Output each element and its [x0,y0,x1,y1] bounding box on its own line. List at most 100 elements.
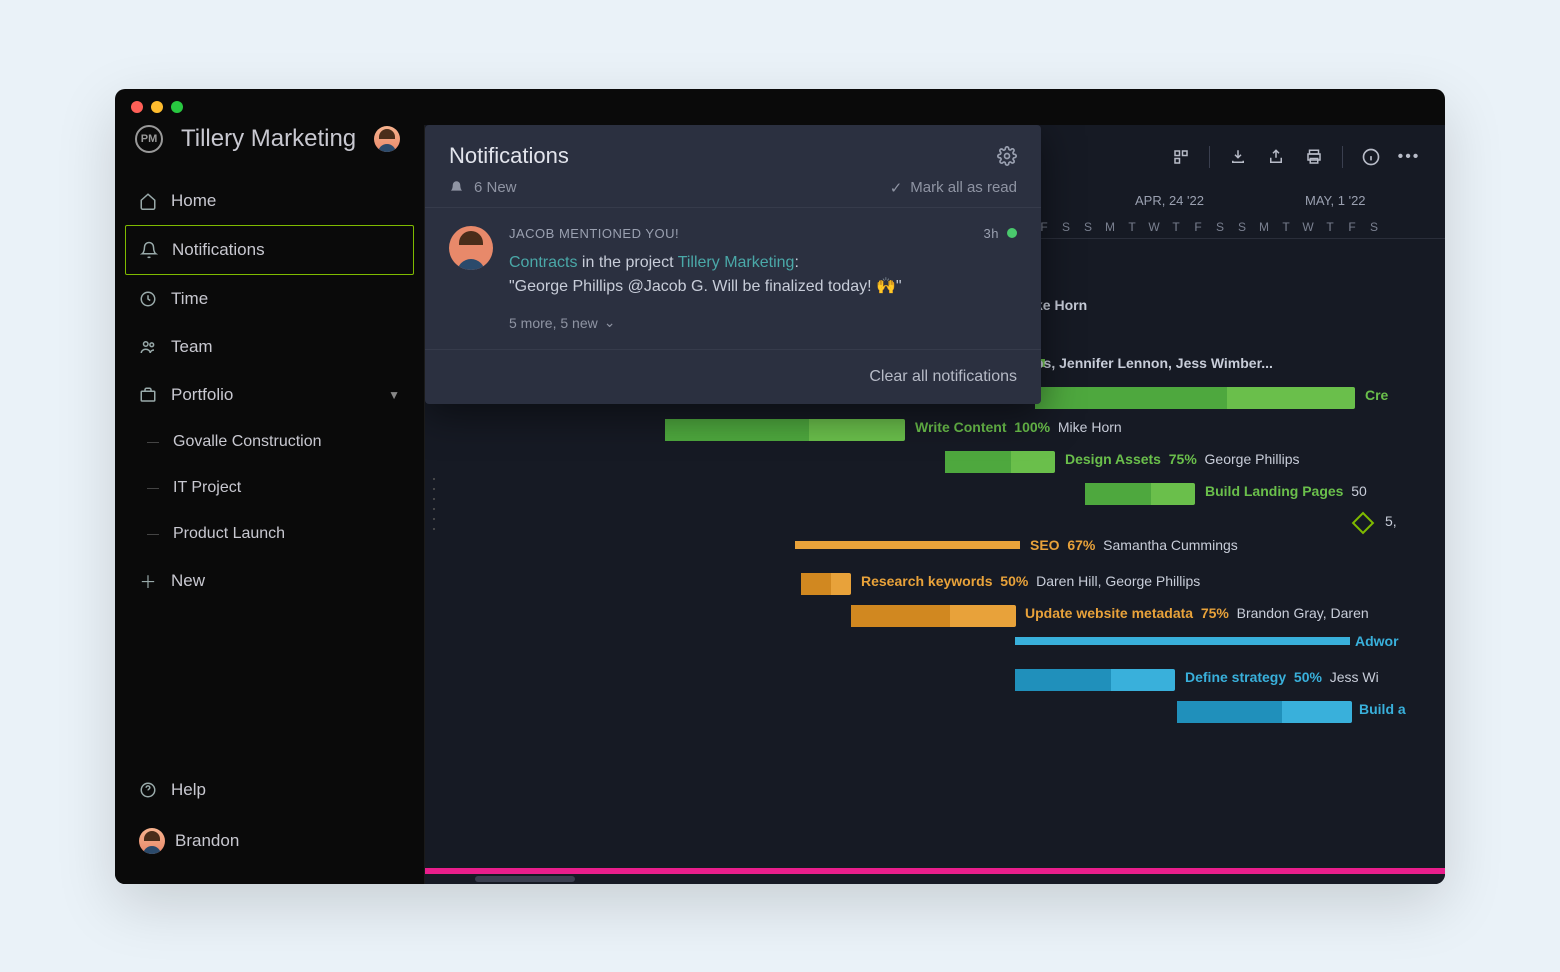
avatar [139,828,165,854]
notifications-panel: Notifications 6 New ✓ Mark all as read [425,125,1041,405]
gantt-summary-bar[interactable] [1015,637,1350,645]
horizontal-scrollbar[interactable] [475,876,575,882]
portfolio-sub-item[interactable]: Govalle Construction [165,419,414,465]
sidebar-item-new[interactable]: ＋ New [125,557,414,605]
gantt-day-label: W [1143,220,1165,234]
gantt-bar[interactable] [1015,669,1175,691]
toolbar: ••• [1145,125,1445,189]
gantt-bar[interactable] [851,605,1016,627]
logo-badge: PM [135,125,163,153]
milestone-label: 5, [1385,513,1397,529]
maximize-window-icon[interactable] [171,101,183,113]
gantt-day-label: S [1231,220,1253,234]
chevron-down-icon: ▼ [388,388,400,402]
gantt-day-label: S [1363,220,1385,234]
gantt-bar[interactable] [1177,701,1352,723]
window-controls[interactable] [131,101,183,113]
info-icon[interactable] [1361,147,1381,167]
notification-time: 3h [984,226,999,241]
gantt-day-label: T [1165,220,1187,234]
people-icon [139,338,157,356]
sidebar-item-home[interactable]: Home [125,177,414,225]
chevron-down-icon: ⌄ [604,314,616,331]
notifications-count: 6 New [474,179,517,196]
gantt-month-label: MAY, 1 '22 [1305,193,1366,208]
close-window-icon[interactable] [131,101,143,113]
sidebar-item-team[interactable]: Team [125,323,414,371]
notification-text: Contracts in the project Tillery Marketi… [509,251,1017,301]
plus-icon: ＋ [139,572,157,590]
timeline-marker [425,868,1445,874]
gantt-day-label: S [1209,220,1231,234]
gantt-day-label: T [1275,220,1297,234]
minimize-window-icon[interactable] [151,101,163,113]
gantt-day-label: S [1077,220,1099,234]
briefcase-icon [139,386,157,404]
gantt-bar-label: Define strategy 50% Jess Wi [1185,669,1379,685]
gantt-bar-label: ke Horn [1035,297,1087,313]
gantt-bar-label: Build a [1359,701,1406,717]
notifications-title: Notifications [449,143,569,169]
filter-icon[interactable] [1171,147,1191,167]
gantt-bar-label: Build Landing Pages 50 [1205,483,1367,499]
bell-icon [140,241,158,259]
gantt-bar-label: Cre [1365,387,1388,403]
share-icon[interactable] [1266,147,1286,167]
notification-expand-button[interactable]: 5 more, 5 new ⌄ [509,314,1017,331]
clock-icon [139,290,157,308]
avatar[interactable] [374,126,400,152]
clear-all-button[interactable]: Clear all notifications [425,350,1041,404]
bell-icon [449,180,464,195]
sidebar: PM Tillery Marketing Home Notifications … [115,125,425,884]
help-icon [139,781,157,799]
print-icon[interactable] [1304,147,1324,167]
sidebar-item-label: Home [171,191,216,211]
gantt-bar[interactable] [1035,387,1355,409]
portfolio-sub-item[interactable]: Product Launch [165,511,414,557]
gantt-day-label: T [1121,220,1143,234]
home-icon [139,192,157,210]
gantt-month-label: APR, 24 '22 [1135,193,1204,208]
unread-dot-icon [1007,228,1017,238]
gantt-day-label: F [1341,220,1363,234]
gantt-bar-label: ps, Jennifer Lennon, Jess Wimber... [1035,355,1273,371]
gantt-bar[interactable] [801,573,851,595]
sidebar-item-label: Portfolio [171,385,233,405]
more-icon[interactable]: ••• [1399,147,1419,167]
main-content: ••• APR, 24 '22MAY, 1 '22 FSSMTWTFSSMTWT… [425,125,1445,884]
sidebar-item-help[interactable]: Help [125,766,414,814]
sidebar-item-label: Time [171,289,208,309]
sidebar-item-time[interactable]: Time [125,275,414,323]
gantt-day-label: W [1297,220,1319,234]
milestone-icon[interactable] [1352,511,1375,534]
gantt-bar[interactable] [1085,483,1195,505]
gantt-day-label: M [1099,220,1121,234]
notification-link[interactable]: Tillery Marketing [678,254,795,271]
gantt-day-label: F [1187,220,1209,234]
notification-link[interactable]: Contracts [509,254,577,271]
gantt-bar[interactable] [665,419,905,441]
sidebar-item-label: Help [171,780,206,800]
sidebar-item-portfolio[interactable]: Portfolio ▼ [125,371,414,419]
gantt-bar-label: Design Assets 75% George Phillips [1065,451,1299,467]
notification-item[interactable]: JACOB MENTIONED YOU! 3h Contracts in the… [425,207,1041,351]
mark-all-read-button[interactable]: ✓ Mark all as read [890,179,1017,197]
gantt-bar[interactable] [945,451,1055,473]
gantt-day-label: T [1319,220,1341,234]
gantt-bar-label: Adwor [1355,633,1399,649]
sidebar-item-notifications[interactable]: Notifications [125,225,414,275]
gantt-bar-label: Update website metadata 75% Brandon Gray… [1025,605,1369,621]
gantt-day-label: S [1055,220,1077,234]
check-icon: ✓ [890,179,903,197]
gantt-day-label: M [1253,220,1275,234]
gantt-bar-label: Research keywords 50% Daren Hill, George… [861,573,1200,589]
header: PM Tillery Marketing [115,125,424,169]
notification-headline: JACOB MENTIONED YOU! [509,226,679,241]
sidebar-item-user[interactable]: Brandon [125,814,414,868]
gantt-bar-label: Write Content 100% Mike Horn [915,419,1122,435]
download-icon[interactable] [1228,147,1248,167]
project-title: Tillery Marketing [181,125,356,153]
gear-icon[interactable] [997,146,1017,166]
gantt-summary-bar[interactable] [795,541,1020,549]
portfolio-sub-item[interactable]: IT Project [165,465,414,511]
